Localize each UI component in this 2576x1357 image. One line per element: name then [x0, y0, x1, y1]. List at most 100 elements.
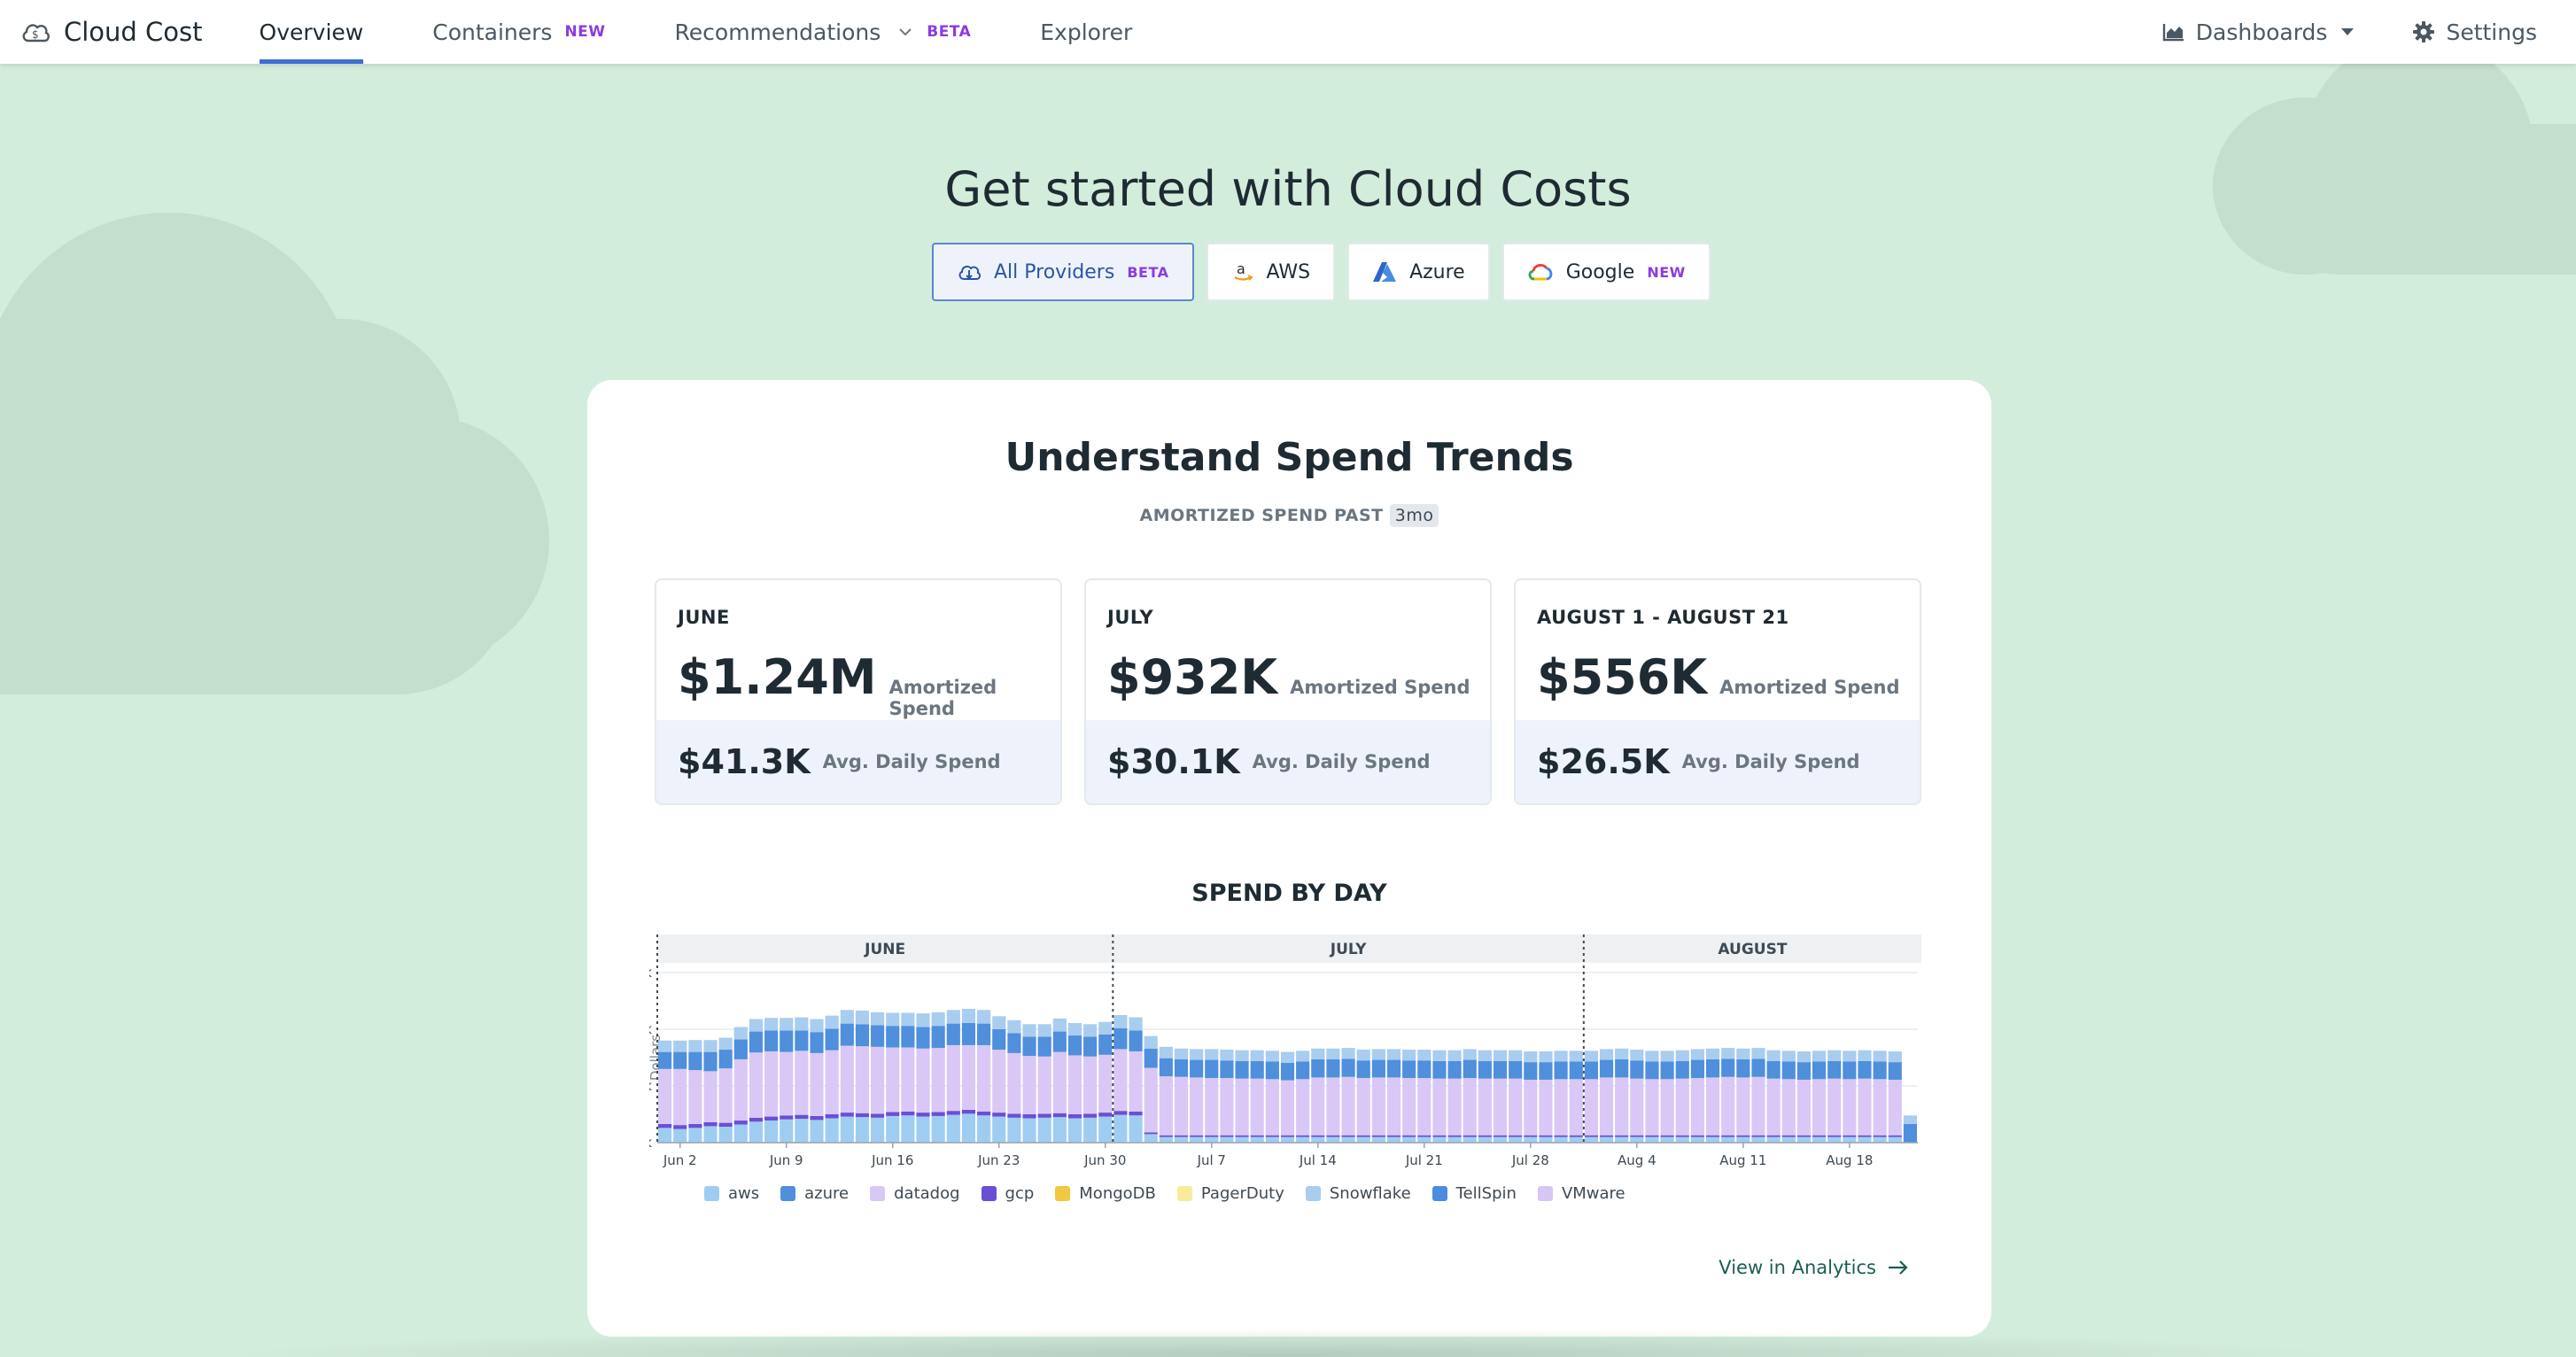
bar-segment-aws: [1235, 1136, 1249, 1143]
bar-segment-azure: [1812, 1061, 1827, 1080]
bar-segment-datadog: [795, 1051, 809, 1115]
bar-segment-datadog: [1660, 1079, 1674, 1136]
bar-segment-aws: [1067, 1118, 1082, 1143]
bar-segment-Snowflake: [1858, 1050, 1872, 1061]
stat-amortized-value: $556K: [1537, 649, 1708, 705]
bar-segment-datadog: [992, 1050, 1006, 1113]
provider-label: Google: [1565, 260, 1635, 283]
bar-segment-Snowflake: [1721, 1048, 1735, 1059]
bar-segment-azure: [825, 1028, 839, 1051]
bar-segment-aws: [1736, 1136, 1750, 1143]
stat-amortized-value: $932K: [1107, 649, 1278, 705]
legend-swatch: [704, 1186, 719, 1201]
bar-segment-aws: [1675, 1136, 1689, 1143]
bar-segment-azure: [733, 1039, 748, 1059]
dashboards-menu[interactable]: Dashboards: [2162, 19, 2356, 45]
bar-segment-datadog: [733, 1058, 748, 1121]
top-nav: $ Cloud Cost Overview Containers NEW Rec…: [0, 0, 2576, 64]
bar-segment-aws: [825, 1118, 839, 1143]
tab-containers[interactable]: Containers NEW: [432, 0, 605, 64]
gear-icon: [2413, 21, 2435, 43]
bar-segment-azure: [1736, 1058, 1750, 1078]
bar-segment-Snowflake: [1296, 1051, 1310, 1062]
provider-aws-button[interactable]: a AWS: [1206, 243, 1336, 301]
bar-segment-aws: [977, 1115, 991, 1143]
tab-explorer[interactable]: Explorer: [1040, 0, 1132, 64]
bar-segment-Snowflake: [1402, 1050, 1416, 1061]
bar-segment-gcp: [1265, 1135, 1279, 1137]
x-tick-label: Jul 21: [1405, 1152, 1443, 1168]
brand[interactable]: $ Cloud Cost: [19, 16, 203, 48]
bar-segment-Snowflake: [1766, 1050, 1781, 1061]
bar-segment-aws: [1843, 1136, 1857, 1143]
x-tick-label: Jun 23: [977, 1152, 1020, 1168]
bar-segment-aws: [1478, 1136, 1492, 1143]
bar-segment-datadog: [1022, 1056, 1036, 1114]
bar-segment-aws: [1402, 1136, 1416, 1143]
legend-item-azure[interactable]: azure: [780, 1184, 849, 1203]
bar-segment-datadog: [1402, 1078, 1416, 1136]
provider-google-button[interactable]: Google NEW: [1501, 243, 1711, 301]
provider-label: Azure: [1409, 260, 1465, 283]
settings-button[interactable]: Settings: [2412, 19, 2537, 45]
bar-segment-Snowflake: [1524, 1051, 1538, 1063]
bar-segment-Snowflake: [1873, 1051, 1887, 1062]
bar-segment-datadog: [1690, 1078, 1704, 1136]
bar-segment-Snowflake: [1447, 1050, 1462, 1061]
bar-segment-gcp: [1660, 1135, 1674, 1137]
bar-segment-datadog: [1873, 1079, 1887, 1136]
bar-segment-Snowflake: [1417, 1050, 1432, 1061]
bar-segment-datadog: [658, 1068, 672, 1124]
brand-name: Cloud Cost: [64, 17, 203, 47]
bar-segment-datadog: [1067, 1055, 1082, 1114]
bar-segment-Snowflake: [1235, 1050, 1249, 1061]
view-in-analytics-link[interactable]: View in Analytics: [1719, 1257, 1910, 1278]
bar-segment-azure: [871, 1025, 885, 1047]
legend-item-pagerduty[interactable]: PagerDuty: [1176, 1184, 1284, 1203]
legend-item-gcp[interactable]: gcp: [981, 1184, 1034, 1203]
bar-segment-gcp: [1781, 1135, 1796, 1137]
bar-segment-aws: [1356, 1136, 1370, 1143]
bar-segment-gcp: [1615, 1135, 1629, 1137]
legend-item-aws[interactable]: aws: [704, 1184, 759, 1203]
month-band-label: JUNE: [864, 941, 905, 958]
legend-item-snowflake[interactable]: Snowflake: [1305, 1184, 1411, 1203]
bar-segment-Snowflake: [1660, 1051, 1674, 1062]
bar-segment-gcp: [780, 1115, 794, 1120]
legend-item-datadog[interactable]: datadog: [870, 1184, 960, 1203]
tab-overview[interactable]: Overview: [259, 0, 363, 64]
legend-item-mongodb[interactable]: MongoDB: [1055, 1184, 1156, 1203]
bar-segment-aws: [673, 1128, 687, 1143]
bar-segment-gcp: [718, 1122, 733, 1128]
bar-segment-aws: [1326, 1136, 1340, 1143]
bar-segment-azure: [1675, 1060, 1689, 1079]
bar-segment-datadog: [1190, 1077, 1204, 1136]
x-tick-label: Jun 9: [769, 1152, 803, 1168]
bar-segment-Snowflake: [1827, 1050, 1842, 1061]
y-tick-label: 0k: [649, 1135, 652, 1151]
bar-segment-gcp: [1493, 1135, 1508, 1137]
legend-item-tellspin[interactable]: TellSpin: [1432, 1184, 1517, 1203]
bar-segment-azure: [1007, 1033, 1021, 1053]
bar-segment-Snowflake: [1326, 1048, 1340, 1059]
bar-segment-Snowflake: [901, 1012, 915, 1027]
tab-recommendations[interactable]: Recommendations BETA: [675, 0, 972, 64]
chart-svg[interactable]: JUNEJULYAUGUST0k20k40k60kDollarsJun 2Jun…: [627, 931, 1925, 1197]
bar-segment-Snowflake: [1113, 1015, 1128, 1028]
provider-all-button[interactable]: All Providers BETA: [932, 243, 1194, 301]
legend-item-vmware[interactable]: VMware: [1537, 1184, 1626, 1203]
bar-segment-azure: [718, 1050, 733, 1069]
provider-azure-button[interactable]: Azure: [1347, 243, 1490, 301]
bar-segment-gcp: [795, 1114, 809, 1120]
bar-segment-aws: [1645, 1136, 1659, 1143]
bar-segment-azure: [749, 1031, 764, 1053]
bar-segment-Snowflake: [1159, 1046, 1173, 1058]
spend-by-day-chart[interactable]: JUNEJULYAUGUST0k20k40k60kDollarsJun 2Jun…: [627, 931, 1925, 1197]
azure-icon: [1373, 262, 1397, 282]
bar-segment-azure: [1052, 1031, 1067, 1052]
bar-segment-Snowflake: [1539, 1051, 1553, 1063]
stat-card-july: JULY $932K Amortized Spend $30.1K Avg. D…: [1084, 578, 1492, 805]
bar-segment-datadog: [1296, 1079, 1310, 1136]
card-shadow: [221, 1329, 2347, 1357]
range-pill[interactable]: 3mo: [1389, 504, 1439, 527]
